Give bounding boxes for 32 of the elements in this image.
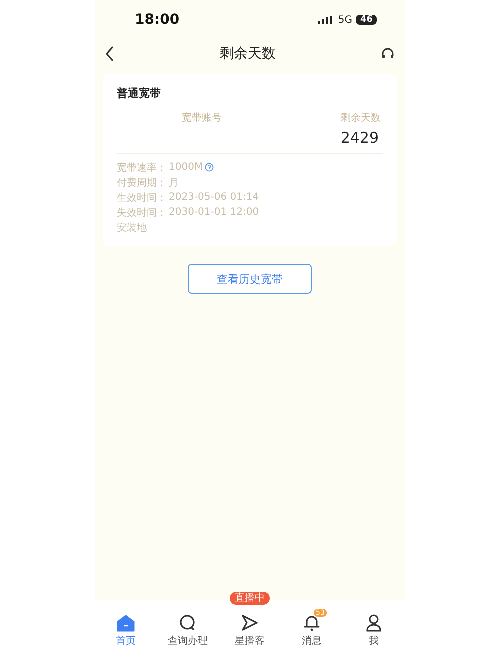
home-icon[interactable] [117, 615, 135, 632]
field-label: 付费周期： [117, 176, 167, 190]
battery-level: 46 [356, 15, 377, 25]
field-label: 生效时间： [117, 192, 167, 204]
tab-label[interactable]: 首页 [116, 634, 136, 648]
person-icon[interactable] [366, 614, 382, 632]
field-label: 失效时间： [117, 206, 167, 220]
tab-label[interactable]: 查询办理 [168, 634, 208, 648]
field-label: 安装地 [117, 222, 147, 234]
status-time: 18:00 [135, 12, 180, 28]
help-icon[interactable] [205, 163, 214, 172]
headset-icon[interactable] [381, 47, 395, 61]
page-title: 剩余天数 [220, 45, 276, 63]
tab-label[interactable]: 我 [369, 634, 379, 648]
back-icon[interactable] [105, 46, 115, 62]
search-icon[interactable] [179, 614, 197, 632]
field-label: 宽带速率： [117, 162, 167, 174]
history-button[interactable]: 查看历史宽带 [188, 264, 312, 294]
column-label: 剩余天数 [341, 112, 381, 125]
tab-label[interactable]: 消息 [302, 634, 322, 648]
days-value: 2429 [117, 129, 383, 154]
network-label: 5G [338, 14, 352, 26]
column-label: 宽带账号 [182, 112, 222, 125]
field-value: 月 [169, 176, 179, 190]
field-value: 2023-05-06 01:14 [169, 192, 260, 203]
tab-label[interactable]: 星播客 [235, 634, 265, 648]
bell-icon[interactable] [304, 614, 320, 632]
card-title: 普通宽带 [117, 86, 162, 101]
send-icon[interactable] [241, 614, 259, 632]
field-value: 2030-01-01 12:00 [169, 207, 260, 218]
signal-icon [318, 16, 334, 24]
field-value: 1000M [169, 162, 204, 173]
